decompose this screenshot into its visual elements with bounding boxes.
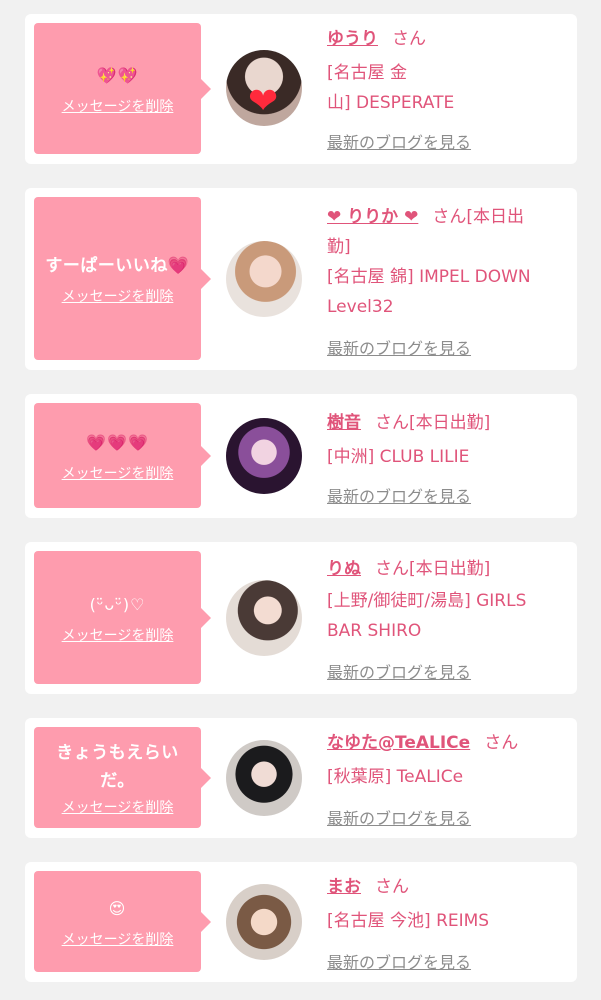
avatar[interactable] <box>226 884 302 960</box>
heart-sticker-icon: ❤ <box>248 81 279 122</box>
shop-line: [中洲] CLUB LILIE <box>327 447 470 467</box>
cast-info: なゆた@TeALICe さん [秋葉原] TeALICe <box>327 728 567 792</box>
attendance-status: [本日出勤] <box>409 559 491 579</box>
cast-info: まお さん [名古屋 今池] REIMS <box>327 872 567 936</box>
delete-message-link[interactable]: メッセージを削除 <box>62 625 174 645</box>
cast-name-link[interactable]: なゆた@TeALICe <box>327 733 470 753</box>
shop-line: Level32 <box>327 297 394 317</box>
cast-info: ゆうり さん [名古屋 金 山] DESPERATE <box>327 24 567 118</box>
delete-message-link[interactable]: メッセージを削除 <box>62 929 174 949</box>
shop-line: [秋葉原] TeALICe <box>327 767 464 787</box>
latest-blog-link[interactable]: 最新のブログを見る <box>327 129 471 153</box>
cast-info: 樹音 さん[本日出勤] [中洲] CLUB LILIE <box>327 408 567 472</box>
favorite-card: すーぱーいいね💗 メッセージを削除 ❤ りりか ❤ さん[本日出 勤] [名古屋 … <box>25 188 577 370</box>
latest-blog-link[interactable]: 最新のブログを見る <box>327 659 471 683</box>
delete-message-link[interactable]: メッセージを削除 <box>62 286 174 306</box>
delete-message-link[interactable]: メッセージを削除 <box>62 96 174 116</box>
cast-info: りぬ さん[本日出勤] [上野/御徒町/湯島] GIRLS BAR SHIRO <box>327 554 567 646</box>
delete-message-link[interactable]: メッセージを削除 <box>62 463 174 483</box>
honorific: さん <box>484 733 519 753</box>
shop-line: [上野/御徒町/湯島] GIRLS <box>327 591 527 611</box>
shop-line: [名古屋 今池] REIMS <box>327 911 490 931</box>
shop-line: [名古屋 金 <box>327 63 408 83</box>
favorite-card: 💗💗💗 メッセージを削除 樹音 さん[本日出勤] [中洲] CLUB LILIE … <box>25 394 577 518</box>
latest-blog-link[interactable]: 最新のブログを見る <box>327 335 471 359</box>
message-bubble: 💖💖 メッセージを削除 <box>34 23 211 154</box>
message-text: だ。 <box>100 770 135 791</box>
cast-name-link[interactable]: ❤ りりか ❤ <box>327 207 418 227</box>
latest-blog-link[interactable]: 最新のブログを見る <box>327 483 471 507</box>
favorite-card: (ᵕ̈ᴗᵕ̈)♡ メッセージを削除 りぬ さん[本日出勤] [上野/御徒町/湯島]… <box>25 542 577 694</box>
honorific: さん <box>375 559 409 579</box>
avatar[interactable] <box>226 580 302 656</box>
avatar[interactable]: ❤ <box>226 50 302 126</box>
message-bubble: 💗💗💗 メッセージを削除 <box>34 403 211 508</box>
message-text: 💖💖 <box>96 65 139 85</box>
delete-message-link[interactable]: メッセージを削除 <box>62 797 174 817</box>
attendance-status: [本日出勤] <box>409 413 491 433</box>
shop-line: [名古屋 錦] IMPEL DOWN <box>327 267 531 287</box>
cast-info: ❤ りりか ❤ さん[本日出 勤] [名古屋 錦] IMPEL DOWN Leve… <box>327 202 567 322</box>
message-bubble: きょうもえらい だ。 メッセージを削除 <box>34 727 211 828</box>
honorific: さん <box>432 207 467 227</box>
cast-name-link[interactable]: ゆうり <box>327 29 378 49</box>
message-text: きょうもえらい <box>56 742 179 763</box>
message-text: すーぱーいいね💗 <box>45 255 190 276</box>
honorific: さん <box>375 413 409 433</box>
cast-name-link[interactable]: りぬ <box>327 559 361 579</box>
attendance-status: 勤] <box>327 237 351 257</box>
cast-name-link[interactable]: まお <box>327 877 361 897</box>
message-bubble: 😍 メッセージを削除 <box>34 871 211 972</box>
latest-blog-link[interactable]: 最新のブログを見る <box>327 949 471 973</box>
message-text: 💗💗💗 <box>86 432 149 452</box>
shop-line: BAR SHIRO <box>327 621 422 641</box>
message-text: (ᵕ̈ᴗᵕ̈)♡ <box>89 594 146 614</box>
honorific: さん <box>392 29 426 49</box>
shop-line: 山] DESPERATE <box>327 93 455 113</box>
honorific: さん <box>375 877 409 897</box>
latest-blog-link[interactable]: 最新のブログを見る <box>327 805 471 829</box>
favorite-card: 😍 メッセージを削除 まお さん [名古屋 今池] REIMS 最新のブログを見る <box>25 862 577 982</box>
avatar[interactable] <box>226 740 302 816</box>
message-text: 😍 <box>108 898 127 918</box>
message-bubble: すーぱーいいね💗 メッセージを削除 <box>34 197 211 360</box>
message-bubble: (ᵕ̈ᴗᵕ̈)♡ メッセージを削除 <box>34 551 211 684</box>
avatar[interactable] <box>226 418 302 494</box>
avatar[interactable] <box>226 241 302 317</box>
favorite-card: きょうもえらい だ。 メッセージを削除 なゆた@TeALICe さん [秋葉原] … <box>25 718 577 838</box>
favorite-card: 💖💖 メッセージを削除 ❤ ゆうり さん [名古屋 金 山] DESPERATE … <box>25 14 577 164</box>
attendance-status: [本日出 <box>466 207 524 227</box>
cast-name-link[interactable]: 樹音 <box>327 413 361 433</box>
